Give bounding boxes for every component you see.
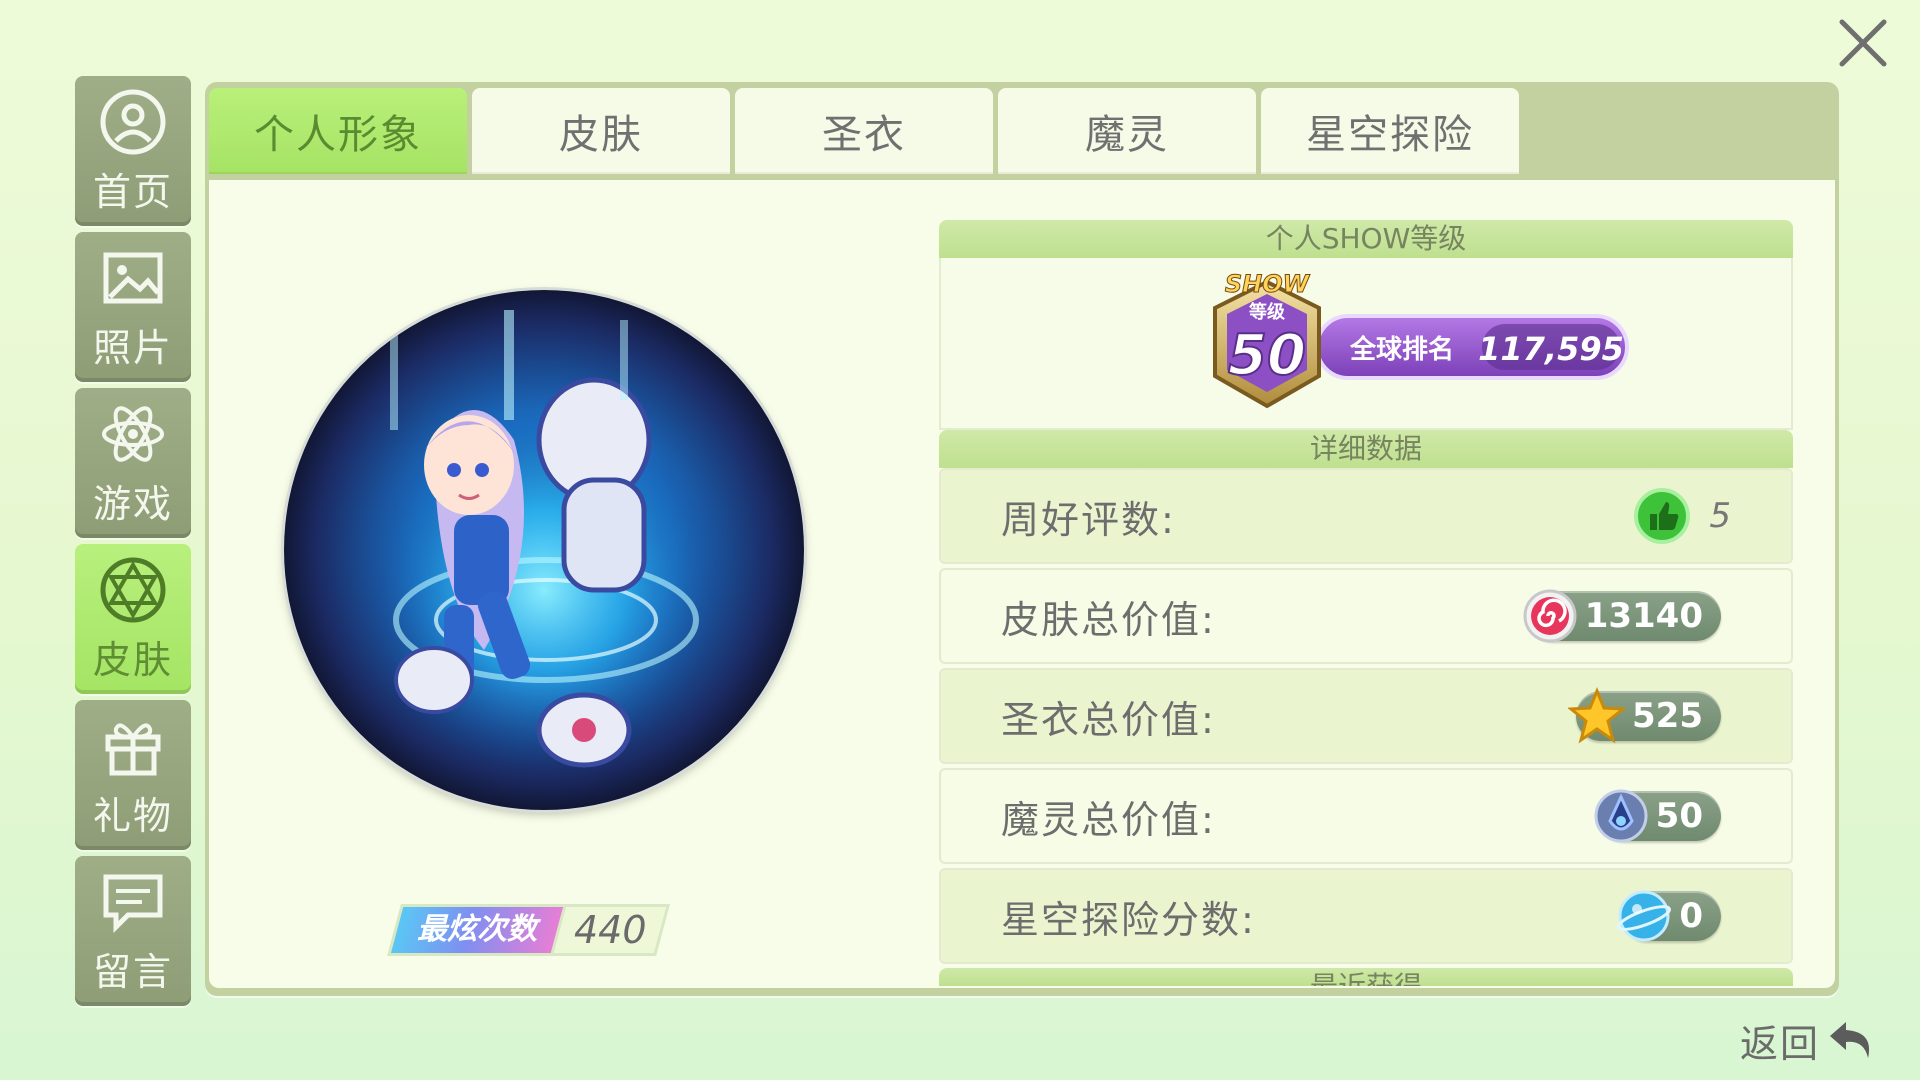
global-rank-label: 全球排名 — [1349, 334, 1454, 365]
stat-value: 525 — [1632, 696, 1703, 736]
show-level-badge[interactable]: SHOW 等级 50 全球排名 117,595 — [1197, 264, 1637, 424]
stat-row-armor-value: 圣衣总价值: 525 — [939, 668, 1793, 764]
tab-spirits[interactable]: 魔灵 — [998, 88, 1256, 174]
show-level-value: 50 — [1228, 323, 1306, 388]
sidebar-item-label: 皮肤 — [92, 637, 173, 682]
back-button[interactable]: 返回 — [1740, 1012, 1880, 1068]
candy-swirl-icon — [1521, 587, 1579, 645]
tab-personal-image[interactable]: 个人形象 — [209, 88, 467, 174]
stat-label: 魔灵总价值: — [1001, 797, 1216, 842]
global-rank-value: 117,595 — [1478, 330, 1624, 368]
hexagram-icon — [98, 555, 168, 625]
message-icon — [98, 867, 168, 937]
stat-value: 13140 — [1584, 596, 1703, 636]
sidebar-item-label: 留言 — [92, 949, 173, 994]
person-icon — [98, 87, 168, 157]
stats-panel: 个人SHOW等级 SHOW 等级 50 全球排名 117,595 详细数据 周好… — [939, 220, 1793, 986]
stat-row-weekly-likes: 周好评数: 5 — [939, 468, 1793, 564]
sidebar-item-home[interactable]: 首页 — [75, 76, 191, 226]
sidebar-item-label: 照片 — [92, 325, 173, 370]
show-badge-sub: 等级 — [1249, 301, 1286, 323]
count-value: 440 — [553, 904, 670, 956]
sidebar-item-messages[interactable]: 留言 — [75, 856, 191, 1006]
tab-armor[interactable]: 圣衣 — [735, 88, 993, 174]
main-panel: 个人形象 皮肤 圣衣 魔灵 星空探险 最炫次数 440 个人SHOW等级 SHO… — [205, 82, 1839, 996]
sidebar-item-label: 礼物 — [92, 793, 173, 838]
tab-bar: 个人形象 皮肤 圣衣 魔灵 星空探险 — [205, 88, 1524, 180]
sidebar-item-gifts[interactable]: 礼物 — [75, 700, 191, 850]
sidebar-item-label: 首页 — [92, 169, 173, 214]
sidebar-item-label: 游戏 — [92, 481, 173, 526]
close-icon — [1839, 19, 1887, 67]
stat-pill: 50 — [1594, 789, 1721, 843]
back-label: 返回 — [1739, 1021, 1820, 1066]
stat-pill: 13140 — [1523, 589, 1721, 643]
sidebar-item-photos[interactable]: 照片 — [75, 232, 191, 382]
avatar-portrait[interactable] — [284, 290, 804, 810]
stat-label: 圣衣总价值: — [1001, 697, 1216, 742]
show-badge-top: SHOW — [1225, 270, 1311, 298]
stat-pill: 525 — [1567, 687, 1721, 744]
gift-icon — [98, 711, 168, 781]
spirit-gem-icon — [1592, 787, 1650, 845]
atom-icon — [98, 399, 168, 469]
stat-value: 5 — [1709, 496, 1731, 536]
photo-icon — [98, 243, 168, 313]
stat-label: 星空探险分数: — [1001, 897, 1256, 942]
content-area: 最炫次数 440 个人SHOW等级 SHOW 等级 50 全球排名 117,59… — [209, 180, 1835, 988]
avatar-ring — [284, 290, 804, 810]
planet-icon — [1615, 887, 1673, 945]
recent-header: 最近获得 — [939, 968, 1793, 986]
show-level-header: 个人SHOW等级 — [939, 220, 1793, 258]
sidebar-item-skins[interactable]: 皮肤 — [75, 544, 191, 694]
close-button[interactable] — [1830, 10, 1896, 76]
show-level-box: SHOW 等级 50 全球排名 117,595 — [939, 258, 1793, 430]
character-illustration — [344, 310, 744, 770]
sidebar: 首页 照片 游戏 皮肤 礼物 留言 — [75, 76, 191, 1012]
stat-row-star-adventure: 星空探险分数: 0 — [939, 868, 1793, 964]
star-icon — [1567, 687, 1628, 745]
stat-pill: 0 — [1617, 890, 1721, 942]
tab-skins[interactable]: 皮肤 — [472, 88, 730, 174]
details-header: 详细数据 — [939, 430, 1793, 468]
thumbs-up-icon — [1633, 487, 1691, 545]
stat-label: 皮肤总价值: — [1001, 597, 1216, 642]
sidebar-item-games[interactable]: 游戏 — [75, 388, 191, 538]
count-label: 最炫次数 — [387, 904, 567, 956]
max-dazzle-count: 最炫次数 440 — [387, 902, 670, 958]
stat-row-spirit-value: 魔灵总价值: 50 — [939, 768, 1793, 864]
stat-value: 50 — [1655, 796, 1703, 836]
stat-label: 周好评数: — [1001, 497, 1176, 542]
tab-star-adventure[interactable]: 星空探险 — [1261, 88, 1519, 174]
weekly-likes: 5 — [1633, 487, 1731, 545]
return-arrow-icon — [1824, 1012, 1880, 1068]
stat-value: 0 — [1679, 896, 1703, 936]
stat-row-skin-value: 皮肤总价值: 13140 — [939, 568, 1793, 664]
